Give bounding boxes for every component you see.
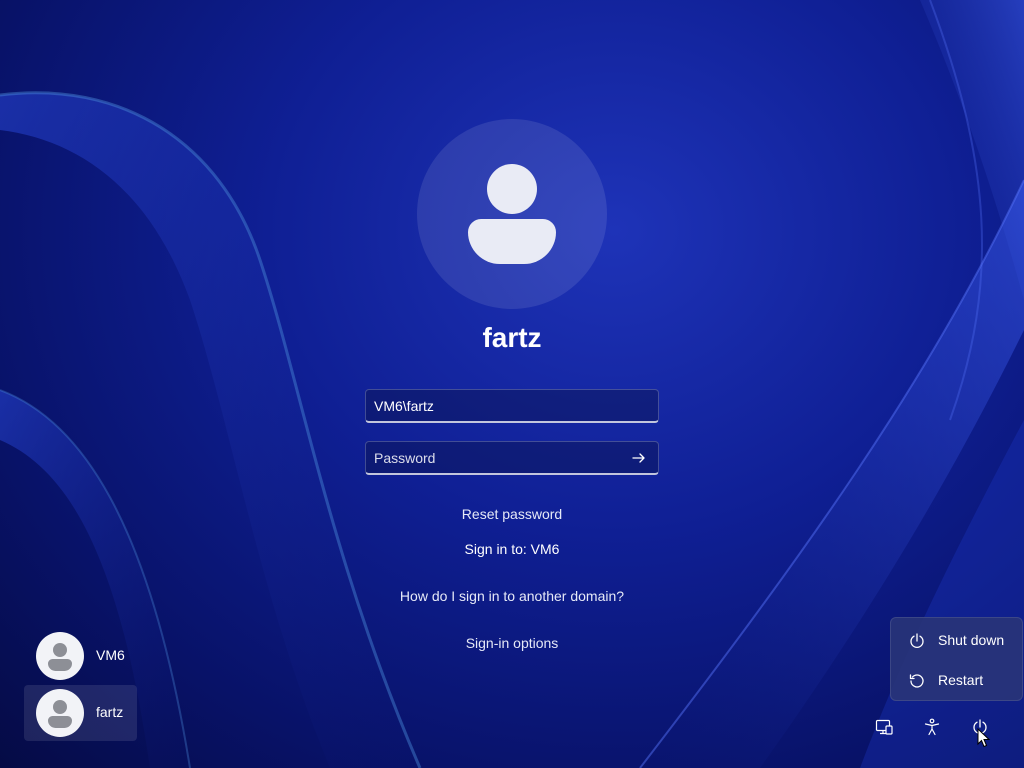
accessibility-icon — [924, 718, 940, 736]
username-input[interactable] — [366, 390, 658, 421]
user-tile-vm6[interactable]: VM6 — [24, 628, 137, 684]
user-display-name: fartz — [482, 322, 542, 353]
password-field[interactable] — [365, 441, 659, 475]
reset-password-link[interactable]: Reset password — [312, 506, 712, 522]
arrow-right-icon — [632, 453, 645, 463]
shut-down-menu-item[interactable]: Shut down — [895, 622, 1019, 658]
user-avatar-icon — [36, 632, 84, 680]
user-tile-label: fartz — [96, 704, 124, 720]
shut-down-label: Shut down — [938, 632, 1005, 648]
avatar-body-shape — [468, 219, 556, 264]
submit-arrow-button[interactable] — [626, 446, 652, 470]
lock-screen-panel: fartz Reset password Sign in to: VM6 How… — [0, 0, 1024, 768]
password-input[interactable] — [366, 442, 658, 473]
restart-icon — [909, 674, 924, 688]
user-tile-fartz[interactable]: fartz — [24, 685, 137, 741]
sign-in-options-link[interactable]: Sign-in options — [312, 635, 712, 651]
power-menu: Shut down Restart — [890, 617, 1023, 701]
accessibility-button[interactable] — [917, 712, 947, 742]
sign-in-to-label: Sign in to: VM6 — [464, 541, 560, 557]
other-domain-link[interactable]: How do I sign in to another domain? — [312, 588, 712, 604]
avatar-head-shape — [487, 164, 537, 214]
user-tile-label: VM6 — [96, 647, 125, 663]
network-button[interactable] — [869, 712, 899, 742]
restart-label: Restart — [938, 672, 984, 688]
username-field[interactable] — [365, 389, 659, 423]
restart-menu-item[interactable]: Restart — [895, 662, 1019, 698]
mouse-cursor-icon — [977, 728, 991, 748]
power-icon — [910, 633, 924, 649]
network-icon — [875, 719, 893, 735]
user-avatar — [417, 119, 607, 309]
user-avatar-icon — [36, 689, 84, 737]
